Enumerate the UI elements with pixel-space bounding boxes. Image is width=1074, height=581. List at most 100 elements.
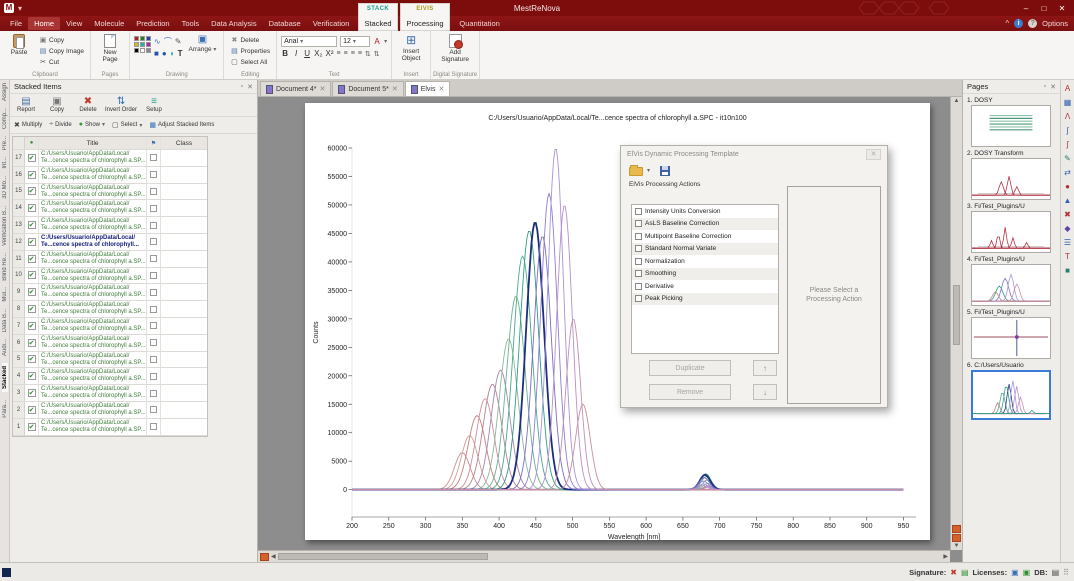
row-title[interactable]: C:/Users/Usuario/AppData/Local/Te...cenc… [39, 268, 147, 284]
row-title[interactable]: C:/Users/Usuario/AppData/Local/Te...cenc… [39, 368, 147, 384]
row-title[interactable]: C:/Users/Usuario/AppData/Local/Te...cenc… [39, 352, 147, 368]
add-signature-button[interactable]: AddSignature [435, 33, 475, 70]
menu-prediction[interactable]: Prediction [130, 17, 175, 30]
vertical-scrollbar[interactable]: ▲ ▼ [950, 97, 962, 550]
menu-verification[interactable]: Verification [307, 17, 356, 30]
row-checkbox[interactable]: ✔ [28, 255, 36, 263]
row-checkbox[interactable]: ✔ [28, 355, 36, 363]
panel-float-icon[interactable]: ▫ [241, 83, 243, 91]
row-checkbox[interactable]: ✔ [28, 187, 36, 195]
scroll-up-icon[interactable]: ▲ [954, 98, 960, 104]
table-row[interactable]: 1✔C:/Users/Usuario/AppData/Local/Te...ce… [13, 419, 207, 436]
row-title[interactable]: C:/Users/Usuario/AppData/Local/Te...cenc… [39, 335, 147, 351]
list-tool-icon[interactable]: ☰ [1064, 238, 1071, 247]
first-page-button[interactable] [260, 553, 269, 561]
minimize-button[interactable]: – [1018, 2, 1034, 14]
row-class-cell[interactable] [161, 284, 207, 300]
divide-button[interactable]: ÷Divide [47, 119, 74, 130]
dock-tab-int[interactable]: Int... [2, 157, 8, 169]
font-family-select[interactable]: Arial▾ [281, 36, 337, 47]
row-checkbox[interactable]: ✔ [28, 423, 36, 431]
char-spacing-button[interactable]: ⇅ [374, 50, 380, 58]
copy-button[interactable]: ▣Copy [37, 35, 86, 45]
page-item-6[interactable]: 6. C:/Users/Usuario [963, 359, 1060, 420]
row-pin-checkbox[interactable] [150, 373, 157, 380]
row-checkbox[interactable]: ✔ [28, 204, 36, 212]
doc-tab-close-icon[interactable]: ✕ [438, 85, 444, 93]
multiply-button[interactable]: ✖Multiply [12, 119, 44, 131]
action-item-smoothing[interactable]: Smoothing [632, 268, 778, 281]
table-row[interactable]: 11✔C:/Users/Usuario/AppData/Local/Te...c… [13, 251, 207, 268]
text-tool-icon[interactable]: T [178, 49, 183, 58]
show-all-icon[interactable]: ● [30, 140, 34, 146]
processing-actions-list[interactable]: Intensity Units ConversionAsLS Baseline … [631, 204, 779, 354]
dock-tab-stacked[interactable]: Stacked [2, 363, 8, 392]
dot-tool-icon[interactable]: ● [1065, 182, 1070, 191]
menu-database[interactable]: Database [263, 17, 307, 30]
row-pin-checkbox[interactable] [150, 289, 157, 296]
annotation-tool-icon[interactable]: A [1065, 84, 1070, 93]
scroll-left-icon[interactable]: ◀ [271, 553, 276, 560]
color-swatch-8[interactable] [146, 48, 151, 53]
table-tool-icon[interactable]: ▦ [1064, 98, 1072, 107]
color-swatch-1[interactable] [140, 36, 145, 41]
ellipse-tool-icon[interactable]: ● [162, 49, 167, 58]
peak-picking-tool-icon[interactable]: Λ [1065, 112, 1070, 121]
dock-tab-pre[interactable]: Pre... [2, 136, 8, 150]
doc-tab-document-5[interactable]: Document 5*✕ [332, 81, 403, 96]
table-row[interactable]: 4✔C:/Users/Usuario/AppData/Local/Te...ce… [13, 368, 207, 385]
color-swatch-0[interactable] [134, 36, 139, 41]
signature-invalid-icon[interactable]: ✖ [950, 568, 957, 577]
license-icon-a[interactable]: ▣ [1011, 568, 1019, 577]
table-row[interactable]: 2✔C:/Users/Usuario/AppData/Local/Te...ce… [13, 402, 207, 419]
action-item-derivative[interactable]: Derivative [632, 280, 778, 293]
row-checkbox[interactable]: ✔ [28, 154, 36, 162]
font-size-select[interactable]: 12▾ [340, 36, 370, 47]
info-icon[interactable]: i [1014, 19, 1023, 28]
row-pin-checkbox[interactable] [150, 222, 157, 229]
dock-tab-verification-b[interactable]: Verification B... [2, 206, 8, 246]
page-item-2[interactable]: 2. DOSY Transform [963, 147, 1060, 200]
horizontal-scrollbar[interactable]: ◀ ▶ [258, 550, 950, 562]
tab-processing[interactable]: Processing [406, 19, 443, 28]
dialog-title-bar[interactable]: ElVis Dynamic Processing Template ✕ [621, 146, 887, 162]
row-class-cell[interactable] [161, 318, 207, 334]
color-swatch-7[interactable] [140, 48, 145, 53]
row-class-cell[interactable] [161, 368, 207, 384]
dock-tab-audi[interactable]: Audi... [2, 339, 8, 356]
dock-tab-para[interactable]: Para... [2, 400, 8, 418]
row-checkbox[interactable]: ✔ [28, 271, 36, 279]
row-title[interactable]: C:/Users/Usuario/AppData/Local/Te...cenc… [39, 217, 147, 233]
row-pin-checkbox[interactable] [150, 306, 157, 313]
font-color-button[interactable]: A [373, 37, 381, 46]
row-title[interactable]: C:/Users/Usuario/AppData/Local/Te...cenc… [39, 284, 147, 300]
table-row[interactable]: 7✔C:/Users/Usuario/AppData/Local/Te...ce… [13, 318, 207, 335]
horizontal-scroll-thumb[interactable] [278, 553, 488, 560]
page-item-1[interactable]: 1. DOSY [963, 94, 1060, 147]
row-title[interactable]: C:/Users/Usuario/AppData/Local/Te...cenc… [39, 301, 147, 317]
menu-tools[interactable]: Tools [176, 17, 206, 30]
page-thumbnail[interactable] [971, 264, 1051, 306]
table-row[interactable]: 16✔C:/Users/Usuario/AppData/Local/Te...c… [13, 167, 207, 184]
action-item-asls-baseline-correction[interactable]: AsLS Baseline Correction [632, 218, 778, 231]
remove-button[interactable]: Remove [649, 384, 731, 400]
align-center-button[interactable]: ≡ [344, 50, 348, 57]
color-swatch-6[interactable] [134, 48, 139, 53]
menu-home[interactable]: Home [28, 17, 60, 30]
table-row[interactable]: 6✔C:/Users/Usuario/AppData/Local/Te...ce… [13, 335, 207, 352]
action-checkbox[interactable] [635, 208, 642, 215]
report-button[interactable]: ▤Report [12, 96, 40, 114]
table-row[interactable]: 17✔C:/Users/Usuario/AppData/Local/Te...c… [13, 150, 207, 167]
row-checkbox[interactable]: ✔ [28, 288, 36, 296]
select-all-button[interactable]: ▢Select All [228, 57, 272, 67]
color-palette[interactable] [134, 33, 151, 70]
open-template-icon[interactable] [629, 167, 643, 176]
adjust-stacked-items-button[interactable]: ▦Adjust Stacked Items [147, 119, 216, 131]
color-swatch-2[interactable] [146, 36, 151, 41]
page-thumbnail[interactable] [971, 211, 1051, 253]
color-swatch-3[interactable] [134, 42, 139, 47]
delete-tool-icon[interactable]: ✖ [1064, 210, 1071, 219]
table-row[interactable]: 13✔C:/Users/Usuario/AppData/Local/Te...c… [13, 217, 207, 234]
edit-tool-icon[interactable]: ✎ [1064, 154, 1071, 163]
row-pin-checkbox[interactable] [150, 272, 157, 279]
